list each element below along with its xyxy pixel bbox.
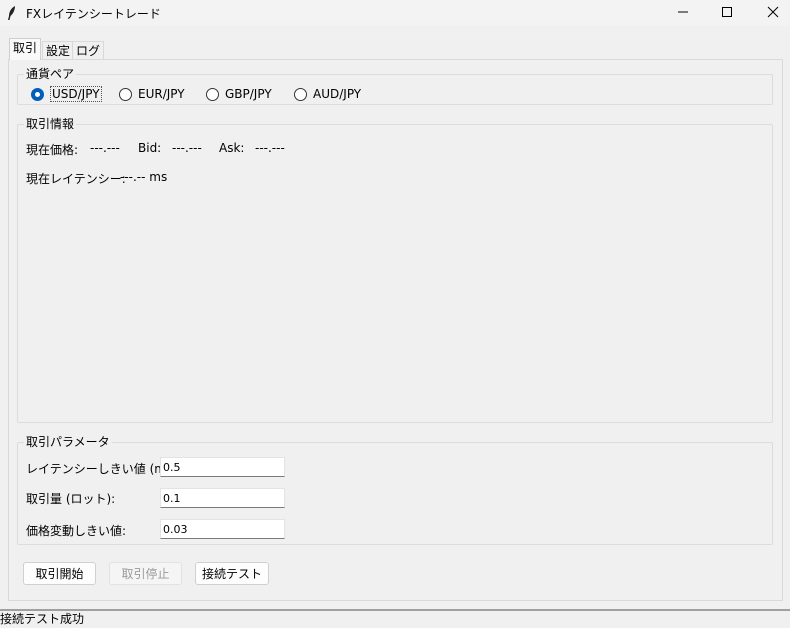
radio-label-usd-jpy: USD/JPY xyxy=(50,86,102,102)
radio-unselected-icon xyxy=(294,87,307,101)
radio-unselected-icon xyxy=(206,87,219,101)
latency-threshold-label: レイテンシーしきい値 (ms): xyxy=(26,462,181,476)
start-trade-button[interactable]: 取引開始 xyxy=(23,562,96,585)
lot-input[interactable] xyxy=(160,488,285,508)
minimize-icon xyxy=(677,6,689,21)
radio-eur-jpy[interactable]: EUR/JPY xyxy=(119,86,185,102)
title-bar: FXレイテンシートレード xyxy=(0,0,790,26)
window-title: FXレイテンシートレード xyxy=(26,7,161,21)
bid-label: Bid: xyxy=(138,141,162,155)
ask-label: Ask: xyxy=(219,141,245,155)
tab-trade[interactable]: 取引 xyxy=(9,38,42,60)
price-change-label: 価格変動しきい値: xyxy=(26,524,127,538)
close-icon xyxy=(767,6,779,21)
radio-label-aud-jpy: AUD/JPY xyxy=(313,87,362,101)
trade-params-group: 取引パラメータ xyxy=(17,434,773,545)
radio-label-eur-jpy: EUR/JPY xyxy=(138,87,185,101)
tab-bar: 取引 設定 ログ xyxy=(0,38,790,60)
radio-selected-icon xyxy=(31,87,44,101)
radio-aud-jpy[interactable]: AUD/JPY xyxy=(294,86,361,102)
current-price-value: ---.--- xyxy=(90,141,120,155)
latency-threshold-input[interactable] xyxy=(160,457,285,477)
stop-trade-button[interactable]: 取引停止 xyxy=(109,562,182,585)
current-price-label: 現在価格: xyxy=(26,143,79,157)
maximize-icon xyxy=(721,6,733,21)
feather-icon xyxy=(6,5,18,21)
maximize-button[interactable] xyxy=(704,0,750,26)
radio-gbp-jpy[interactable]: GBP/JPY xyxy=(206,86,272,102)
bid-value: ---.--- xyxy=(172,141,202,155)
close-button[interactable] xyxy=(750,0,790,26)
currency-pair-label: 通貨ペア xyxy=(24,66,77,82)
lot-label: 取引量 (ロット): xyxy=(26,492,116,506)
tab-settings[interactable]: 設定 xyxy=(42,41,75,60)
latency-value: ---.-- ms xyxy=(120,170,168,184)
latency-label: 現在レイテンシー: xyxy=(26,172,126,186)
connection-test-button[interactable]: 接続テスト xyxy=(195,562,269,585)
tab-log[interactable]: ログ xyxy=(72,41,105,60)
radio-label-gbp-jpy: GBP/JPY xyxy=(225,87,272,101)
price-change-input[interactable] xyxy=(160,519,285,539)
ask-value: ---.--- xyxy=(255,141,285,155)
radio-usd-jpy[interactable]: USD/JPY xyxy=(31,86,102,102)
trade-params-label: 取引パラメータ xyxy=(24,434,112,450)
status-bar: 接続テスト成功 xyxy=(0,609,790,628)
status-text: 接続テスト成功 xyxy=(0,612,85,626)
trade-info-label: 取引情報 xyxy=(24,116,77,132)
minimize-button[interactable] xyxy=(660,0,706,26)
radio-unselected-icon xyxy=(119,87,132,101)
trade-info-group: 取引情報 xyxy=(17,116,773,423)
